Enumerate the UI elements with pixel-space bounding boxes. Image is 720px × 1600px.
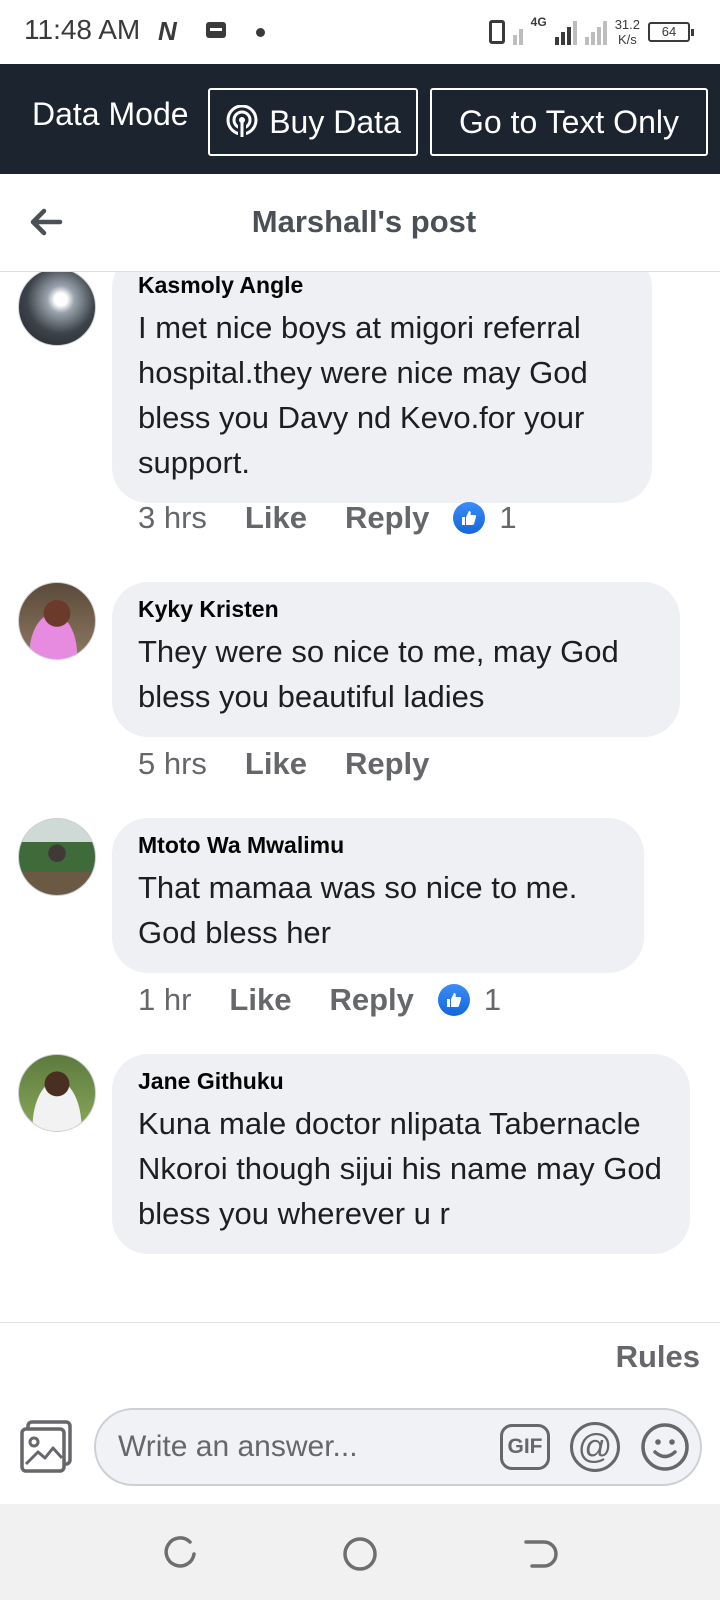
status-bar: 11:48 AM N 4G 31.2 K/s 64 [0, 0, 720, 64]
message-icon [206, 22, 226, 38]
thumbs-up-icon [446, 993, 462, 1007]
data-mode-bar: Data Mode Buy Data Go to Text Only [0, 64, 720, 174]
comment-text: They were so nice to me, may God bless y… [138, 634, 619, 714]
battery-icon: 64 [648, 22, 694, 42]
reaction-count[interactable]: 1 [484, 982, 501, 1018]
recent-apps-icon[interactable] [160, 1534, 200, 1574]
status-indicators: 4G 31.2 K/s 64 [488, 14, 694, 50]
comment-list[interactable]: Kasmoly Angle I met nice boys at migori … [0, 272, 720, 1322]
rules-bar: Rules [0, 1322, 720, 1398]
answer-input-placeholder: Write an answer... [118, 1430, 358, 1463]
system-nav-bar [0, 1504, 720, 1600]
like-button[interactable]: Like [245, 500, 307, 536]
back-nav-icon[interactable] [520, 1534, 560, 1574]
signal-sim2-icon [584, 19, 607, 45]
comment-actions: 5 hrs Like Reply [138, 746, 467, 782]
buy-data-button[interactable]: Buy Data [208, 88, 418, 156]
comment-bubble[interactable]: Jane Githuku Kuna male doctor nlipata Ta… [112, 1054, 690, 1254]
signal-broadcast-icon [226, 105, 258, 138]
home-icon[interactable] [340, 1534, 380, 1574]
network-type: 4G [530, 15, 547, 29]
like-button[interactable]: Like [245, 746, 307, 782]
speed-unit: K/s [617, 32, 637, 47]
avatar[interactable] [18, 818, 96, 896]
answer-input[interactable]: Write an answer... GIF @ [94, 1408, 702, 1486]
network-speed: 31.2 K/s [615, 17, 640, 47]
comment-composer: Write an answer... GIF @ [0, 1398, 720, 1504]
n-app-icon: N [158, 16, 177, 46]
reply-button[interactable]: Reply [345, 500, 429, 536]
comment-text: Kuna male doctor nlipata Tabernacle Nkor… [138, 1106, 662, 1231]
battery-level: 64 [661, 24, 677, 39]
vibrate-icon [488, 20, 505, 44]
avatar[interactable] [18, 582, 96, 660]
comment-author[interactable]: Mtoto Wa Mwalimu [138, 832, 618, 859]
gif-button[interactable]: GIF [500, 1424, 550, 1470]
go-to-text-only-button[interactable]: Go to Text Only [430, 88, 708, 156]
mention-button[interactable]: @ [570, 1422, 620, 1472]
comment-time[interactable]: 5 hrs [138, 746, 207, 782]
page-title: Marshall's post [251, 204, 477, 239]
speed-value: 31.2 [614, 17, 640, 32]
like-reaction-icon[interactable] [453, 502, 486, 534]
status-time: 11:48 AM [24, 14, 141, 45]
notification-dot-icon [256, 28, 265, 37]
comment-bubble[interactable]: Kasmoly Angle I met nice boys at migori … [112, 272, 652, 503]
reply-button[interactable]: Reply [329, 982, 413, 1018]
avatar[interactable] [18, 1054, 96, 1132]
comment-author[interactable]: Kasmoly Angle [138, 272, 626, 299]
reply-button[interactable]: Reply [345, 746, 429, 782]
avatar[interactable] [18, 272, 96, 346]
post-header: Marshall's post [0, 174, 720, 272]
comment-actions: 1 hr Like Reply 1 [138, 982, 501, 1018]
data-mode-label: Data Mode [32, 96, 189, 132]
comment-time[interactable]: 1 hr [138, 982, 191, 1018]
comment-text: That mamaa was so nice to me. God bless … [138, 870, 578, 950]
rules-link[interactable]: Rules [616, 1339, 700, 1375]
comment-author[interactable]: Jane Githuku [138, 1068, 664, 1095]
text-only-label: Go to Text Only [459, 103, 679, 140]
comment-author[interactable]: Kyky Kristen [138, 596, 654, 623]
comment-time[interactable]: 3 hrs [138, 500, 207, 536]
reaction-count[interactable]: 1 [499, 500, 516, 536]
signal-icon [554, 19, 577, 45]
comment-actions: 3 hrs Like Reply 1 [138, 500, 517, 536]
comment-bubble[interactable]: Mtoto Wa Mwalimu That mamaa was so nice … [112, 818, 644, 973]
photo-icon[interactable] [20, 1420, 74, 1474]
comment-bubble[interactable]: Kyky Kristen They were so nice to me, ma… [112, 582, 680, 737]
like-reaction-icon[interactable] [437, 984, 470, 1016]
thumbs-up-icon [462, 511, 477, 525]
buy-data-label: Buy Data [269, 103, 401, 140]
signal-sim1-icon [512, 19, 523, 45]
comment-text: I met nice boys at migori referral hospi… [138, 310, 588, 480]
like-button[interactable]: Like [229, 982, 291, 1018]
emoji-icon[interactable] [640, 1422, 690, 1472]
